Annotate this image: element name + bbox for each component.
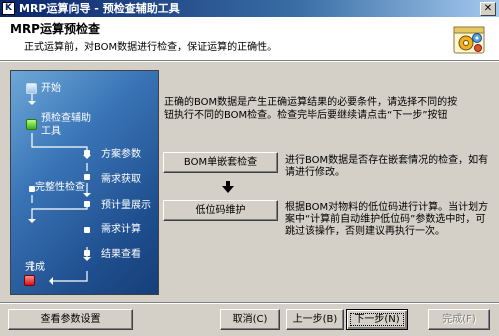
header-divider: [0, 60, 499, 62]
app-logo-icon: K: [2, 2, 15, 15]
bom-nesting-check-button[interactable]: BOM单嵌套检查: [163, 152, 278, 173]
flow-step-result-view: 结果查看: [101, 249, 141, 260]
low-level-desc-1: 根据BOM对物料的低位码进行计算。当计划方: [285, 202, 489, 213]
cancel-button[interactable]: 取消(C): [220, 309, 280, 330]
flow-step-start: 开始: [41, 83, 61, 94]
flow-step-precheck-2: 工具: [41, 126, 61, 137]
prev-button[interactable]: 上一步(B): [286, 309, 344, 330]
bom-nesting-desc-1: 进行BOM数据是否存在嵌套情况的检查，如有: [285, 155, 489, 166]
low-level-desc-2: 案中“计算前自动维护低位码”参数选中时，可: [285, 214, 486, 225]
flow-step-plan-params: 方案参数: [101, 149, 141, 160]
close-icon[interactable]: ✕: [480, 2, 496, 16]
gear-settings-icon: [453, 26, 485, 54]
next-button[interactable]: 下一步(N): [346, 309, 408, 330]
intro-line-1: 正确的BOM数据是产生正确运算结果的必要条件，请选择不同的按: [164, 97, 458, 108]
page-subtitle: 正式运算前，对BOM数据进行检查，保证运算的正确性。: [24, 42, 278, 53]
footer-divider: [0, 302, 499, 304]
focus-ring: [350, 313, 404, 326]
title-bar[interactable]: K MRP运算向导 - 预检查辅助工具 ✕: [0, 0, 499, 17]
step-marker-icon: [84, 150, 90, 156]
wizard-header: MRP运算预检查 正式运算前，对BOM数据进行检查，保证运算的正确性。: [0, 17, 499, 60]
step-start-icon: [26, 83, 37, 94]
view-params-button[interactable]: 查看参数设置: [8, 309, 133, 330]
step-marker-icon: [84, 250, 90, 256]
step-finish-icon: [24, 275, 35, 286]
flow-step-plan-display: 预计量展示: [101, 200, 151, 211]
arrow-down-icon: [222, 181, 234, 193]
flow-step-finish: 完成: [25, 262, 45, 273]
step-marker-icon: [84, 174, 90, 180]
flow-step-integrity-check: 完整性检查: [35, 182, 85, 193]
wizard-flow-panel: 开始 预检查辅助 工具 方案参数 需求获取 完整性检查 预计量展示 需求计算 结…: [10, 70, 159, 295]
window-title: MRP运算向导 - 预检查辅助工具: [19, 2, 180, 15]
intro-line-2: 钮执行不同的BOM检查。检查完毕后要继续请点击“下一步”按钮: [164, 110, 448, 121]
page-title: MRP运算预检查: [10, 22, 100, 36]
step-marker-icon: [84, 201, 90, 207]
step-marker-icon: [84, 227, 90, 233]
finish-button[interactable]: 完成(F): [428, 309, 490, 330]
flow-step-demand-fetch: 需求获取: [101, 174, 141, 185]
flow-step-precheck-1: 预检查辅助: [41, 113, 91, 124]
step-current-icon: [26, 119, 37, 130]
bom-nesting-desc-2: 请进行修改。: [285, 167, 345, 178]
low-level-desc-3: 跳过该操作，否则建议再执行一次。: [285, 226, 445, 237]
low-level-code-button[interactable]: 低位码维护: [163, 200, 278, 221]
flow-step-demand-calc: 需求计算: [101, 224, 141, 235]
